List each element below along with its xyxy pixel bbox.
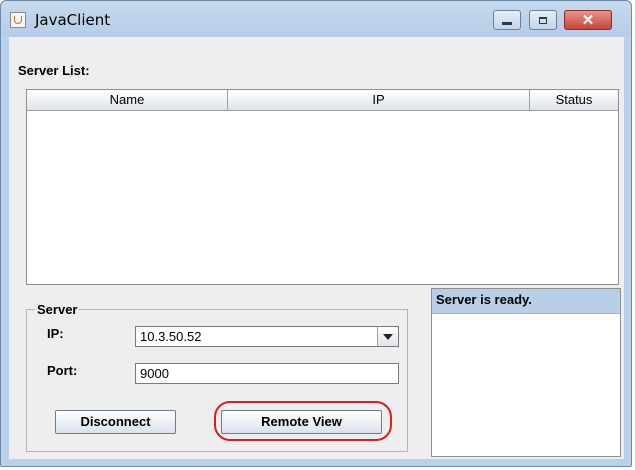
server-group-title: Server bbox=[35, 302, 80, 317]
column-header-name[interactable]: Name bbox=[27, 90, 228, 110]
close-button[interactable]: ✕ bbox=[564, 10, 612, 30]
server-list-label: Server List: bbox=[18, 63, 90, 78]
ip-dropdown-button[interactable] bbox=[377, 327, 398, 346]
status-panel: Server is ready. bbox=[431, 288, 621, 457]
table-header: Name IP Status bbox=[27, 90, 618, 111]
column-header-ip[interactable]: IP bbox=[228, 90, 530, 110]
maximize-button[interactable] bbox=[529, 10, 557, 30]
close-icon: ✕ bbox=[581, 12, 595, 29]
chevron-down-icon bbox=[383, 333, 393, 340]
ip-value: 10.3.50.52 bbox=[140, 329, 202, 344]
server-list-table[interactable]: Name IP Status bbox=[26, 89, 619, 285]
port-label: Port: bbox=[47, 363, 78, 378]
port-field[interactable]: 9000 bbox=[135, 363, 399, 384]
client-area: Server List: Name IP Status Server IP: 1… bbox=[9, 37, 624, 459]
column-header-status[interactable]: Status bbox=[530, 90, 618, 110]
title-bar[interactable]: JavaClient ✕ bbox=[1, 1, 631, 37]
minimize-button[interactable] bbox=[493, 10, 521, 30]
port-value: 9000 bbox=[140, 366, 169, 381]
maximize-icon bbox=[539, 16, 547, 24]
window-title: JavaClient bbox=[35, 11, 111, 29]
minimize-icon bbox=[502, 21, 512, 25]
ip-label: IP: bbox=[47, 326, 64, 341]
highlight-ring bbox=[214, 401, 392, 441]
status-message: Server is ready. bbox=[432, 289, 620, 314]
java-coffee-cup-icon bbox=[10, 12, 26, 28]
disconnect-button[interactable]: Disconnect bbox=[55, 410, 176, 434]
app-window: JavaClient ✕ Server List: Name IP Status… bbox=[0, 0, 632, 467]
ip-combobox[interactable]: 10.3.50.52 bbox=[135, 326, 399, 347]
